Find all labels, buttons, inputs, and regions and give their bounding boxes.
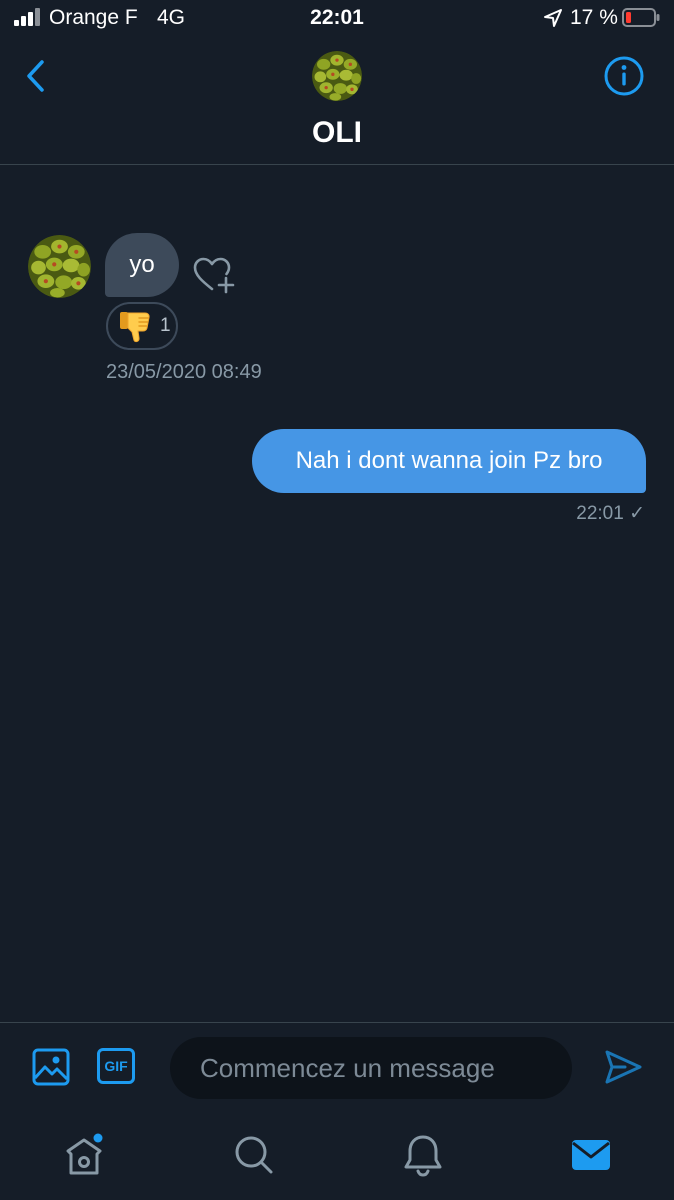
info-icon[interactable] [603, 55, 645, 97]
thumbs-down-emoji-icon [120, 312, 150, 343]
send-icon[interactable] [603, 1047, 643, 1087]
composer-divider [0, 1022, 674, 1023]
back-chevron-icon[interactable] [22, 58, 50, 94]
reaction-pill[interactable]: 1 [106, 302, 178, 350]
gif-button[interactable]: GIF [97, 1048, 135, 1084]
message-text: yo [129, 251, 155, 278]
battery-icon [622, 8, 660, 27]
mail-icon[interactable] [569, 1133, 613, 1177]
contact-name[interactable]: OLI [0, 116, 674, 150]
status-bar: Orange F 4G 22:01 17 % [0, 0, 674, 36]
outgoing-message-bubble[interactable]: Nah i dont wanna join Pz bro [252, 429, 646, 493]
olive-avatar-image [28, 235, 91, 298]
bell-icon[interactable] [401, 1133, 445, 1177]
reaction-count: 1 [160, 315, 171, 336]
search-icon[interactable] [232, 1133, 276, 1177]
location-arrow-icon [544, 9, 562, 27]
sender-avatar[interactable] [28, 235, 91, 298]
battery-percent: 17 % [570, 6, 618, 29]
contact-avatar[interactable] [312, 51, 362, 101]
message-text: Nah i dont wanna join Pz bro [295, 447, 603, 474]
home-icon[interactable] [62, 1133, 106, 1177]
add-reaction-heart-icon[interactable] [192, 255, 236, 295]
olive-avatar-image [312, 51, 362, 101]
image-icon[interactable] [31, 1047, 71, 1087]
outgoing-timestamp: 22:01 ✓ [576, 503, 645, 524]
incoming-message-bubble[interactable]: yo [105, 233, 179, 297]
message-input[interactable] [170, 1037, 572, 1099]
incoming-timestamp: 23/05/2020 08:49 [106, 361, 262, 383]
header-divider [0, 164, 674, 165]
